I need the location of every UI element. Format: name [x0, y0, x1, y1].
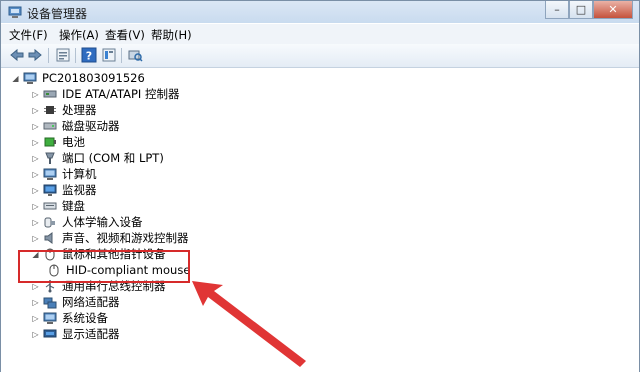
annotation-arrow [192, 281, 306, 367]
device-manager-window: 设备管理器 – □ ✕ 文件(F) 操作(A) 查看(V) 帮助(H) ? ◢ … [0, 0, 640, 373]
